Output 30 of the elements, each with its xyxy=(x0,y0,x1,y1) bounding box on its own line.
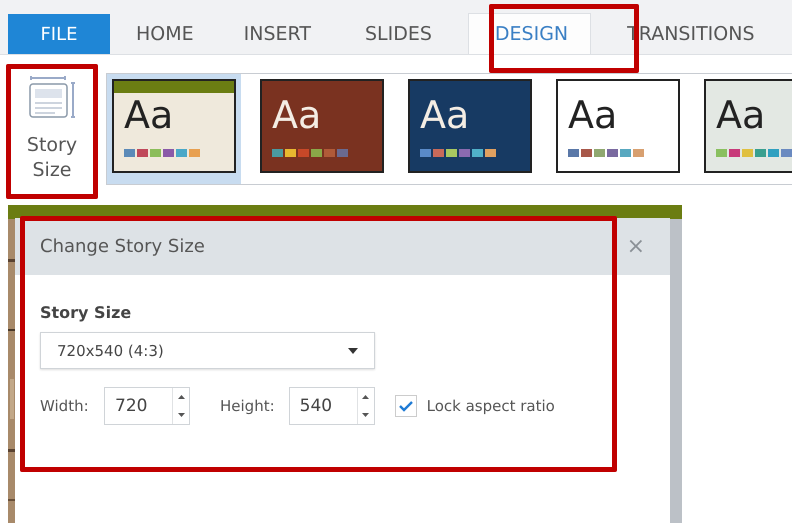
field-label: Width: xyxy=(40,397,90,415)
size-dropdown[interactable]: 720x540 (4:3) xyxy=(40,332,375,369)
ribbon-tab[interactable]: HOME xyxy=(110,14,216,54)
width-field[interactable]: 720 xyxy=(104,387,190,425)
theme-thumbnail: Aa xyxy=(556,79,680,173)
theme-thumbnail: Aa xyxy=(704,79,792,173)
theme-thumbnail: Aa xyxy=(112,79,236,173)
theme-thumbnail: Aa xyxy=(260,79,384,173)
field-label: Height: xyxy=(220,397,275,415)
checkmark-icon xyxy=(398,400,413,412)
spin-down-icon xyxy=(178,413,184,417)
checkbox[interactable] xyxy=(394,395,417,417)
theme-option[interactable]: Aa xyxy=(551,74,685,184)
theme-option[interactable]: Aa xyxy=(403,74,537,184)
checkbox-label[interactable]: Lock aspect ratio xyxy=(426,397,555,415)
spin-down-icon xyxy=(362,413,370,417)
spin-up-icon xyxy=(362,395,370,399)
ribbon-tab[interactable]: SLIDES xyxy=(338,14,454,54)
dialog-title: Change Story Size xyxy=(40,236,205,257)
height-field[interactable]: 540 xyxy=(288,387,375,425)
dropdown-caret-icon xyxy=(348,348,358,354)
ribbon-tab[interactable]: DESIGN xyxy=(468,13,592,54)
section-label: Story Size xyxy=(40,303,132,322)
theme-option[interactable]: Aa xyxy=(255,74,389,184)
file-tab[interactable]: FILE xyxy=(8,14,110,54)
theme-option[interactable]: Aa xyxy=(699,74,792,184)
ribbon-tab[interactable]: INSERT xyxy=(216,14,339,54)
theme-thumbnail: Aa xyxy=(408,79,532,173)
spin-up-icon xyxy=(178,395,184,399)
theme-option[interactable]: Aa xyxy=(107,74,241,184)
